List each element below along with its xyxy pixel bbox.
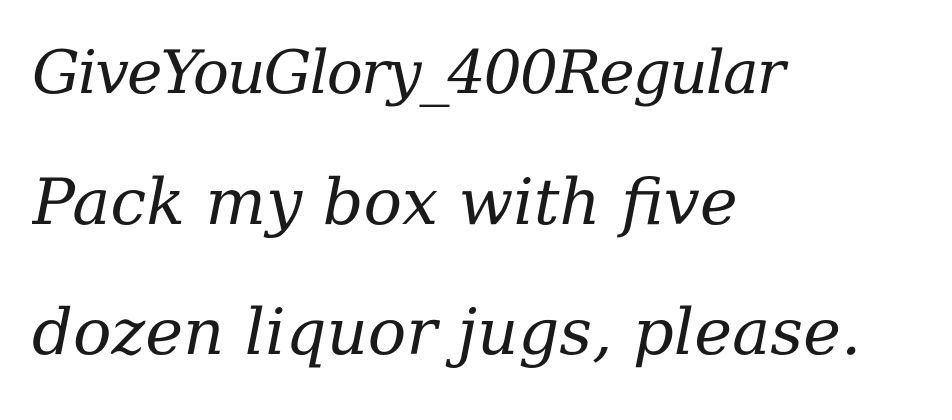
font-specimen: GiveYouGlory_400Regular Pack my box with… [32,18,932,408]
sample-text-line-1: Pack my box with five [32,166,738,240]
sample-text-line-2: dozen liquor jugs, please. [32,296,862,370]
font-name-heading: GiveYouGlory_400Regular [32,38,785,108]
